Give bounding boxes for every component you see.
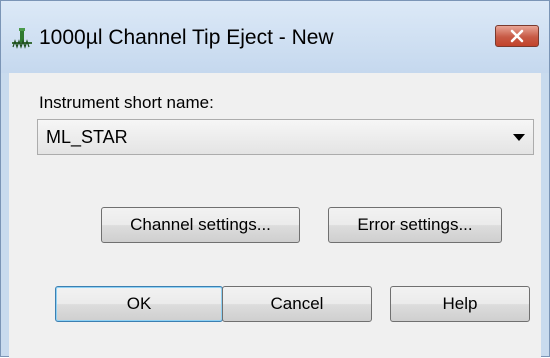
help-button[interactable]: Help <box>390 286 530 322</box>
channel-tip-eject-icon <box>11 27 33 49</box>
instrument-short-name-select[interactable]: ML_STAR <box>37 119 534 155</box>
instrument-short-name-value: ML_STAR <box>46 127 128 147</box>
title-bar[interactable]: 1000µl Channel Tip Eject - New <box>1 1 549 73</box>
ok-button[interactable]: OK <box>55 286 223 322</box>
close-icon <box>510 29 524 43</box>
cancel-button[interactable]: Cancel <box>222 286 372 322</box>
dialog-content: Instrument short name: ML_STAR Channel s… <box>9 73 541 358</box>
channel-settings-button[interactable]: Channel settings... <box>101 207 300 243</box>
close-button[interactable] <box>495 25 539 47</box>
dialog-window: 1000µl Channel Tip Eject - New Instrumen… <box>0 0 550 358</box>
chevron-down-icon <box>513 134 525 141</box>
instrument-short-name-label: Instrument short name: <box>39 93 214 112</box>
window-title: 1000µl Channel Tip Eject - New <box>39 26 334 49</box>
error-settings-button[interactable]: Error settings... <box>328 207 502 243</box>
